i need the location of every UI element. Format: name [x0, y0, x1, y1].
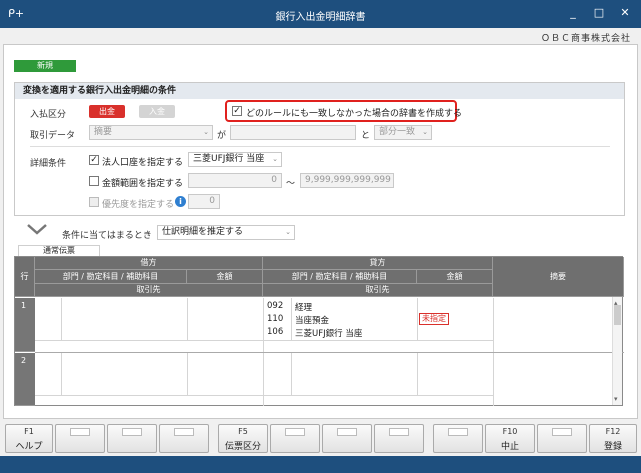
f8-button[interactable] — [374, 424, 424, 453]
withdrawal-toggle[interactable]: 出金 — [89, 105, 125, 118]
tilde: 〜 — [286, 179, 296, 189]
amount-to-input[interactable]: 9,999,999,999,999 — [300, 173, 394, 188]
data-text-input[interactable] — [230, 125, 356, 140]
credit-dept-code: 092 — [267, 301, 284, 311]
credit-sub-name: 三菱UFJ銀行 当座 — [295, 329, 363, 339]
f3-button[interactable] — [107, 424, 157, 453]
divider — [30, 146, 610, 147]
credit-partner-header: 取引先 — [263, 284, 493, 297]
debit-partner-header: 取引先 — [35, 284, 263, 297]
title-bar: ᑭ+ 銀行入出金明細辞書 _ □ ✕ — [0, 0, 641, 28]
match-select[interactable]: 部分一致 ⌄ — [374, 125, 432, 140]
when-match-label: 条件に当てはまるとき — [62, 231, 152, 241]
priority-checkbox[interactable] — [89, 197, 99, 207]
maximize-button[interactable]: □ — [592, 6, 606, 20]
when-match-select[interactable]: 仕訳明細を推定する ⌄ — [157, 225, 295, 240]
new-badge: 新規 — [14, 60, 76, 72]
debit-account-header: 部門 / 勘定科目 / 補助科目 — [35, 270, 187, 284]
row-number: 1 — [15, 298, 35, 352]
company-name: ＯＢＣ商事株式会社 — [540, 34, 631, 44]
row-header: 行 — [15, 257, 35, 297]
scroll-down-icon: ▾ — [614, 395, 618, 403]
f11-button[interactable] — [537, 424, 587, 453]
ga-label: が — [217, 131, 227, 141]
row-number: 2 — [15, 353, 35, 406]
account-select[interactable]: 三菱UFJ銀行 当座 ⌄ — [188, 152, 282, 167]
credit-account-name: 当座預金 — [295, 316, 330, 326]
priority-label: 優先度を指定する — [102, 200, 175, 210]
unspecified-badge: 未指定 — [419, 313, 449, 325]
chevron-down-icon: ⌄ — [285, 228, 291, 236]
conditions-title: 変換を適用する銀行入出金明細の条件 — [15, 83, 624, 99]
credit-dept-name: 経理 — [295, 303, 313, 313]
corp-account-label: 法人口座を指定する — [102, 158, 184, 168]
create-dict-label: どのルールにも一致しなかった場合の辞書を作成する — [246, 109, 463, 119]
amount-checkbox[interactable] — [89, 176, 99, 186]
create-dict-checkbox[interactable]: ✓ — [232, 106, 242, 116]
priority-input[interactable]: 0 — [188, 194, 220, 209]
f12-register-button[interactable]: F12 登録 — [589, 424, 637, 453]
credit-sub-code: 106 — [267, 327, 284, 337]
journal-grid: 行 借方 部門 / 勘定科目 / 補助科目 金額 取引先 貸方 部門 / 勘定科… — [14, 256, 624, 406]
credit-header: 貸方 — [263, 257, 493, 270]
f4-button[interactable] — [159, 424, 209, 453]
corp-account-checkbox[interactable]: ✓ — [89, 155, 99, 165]
memo-header: 摘要 — [493, 257, 624, 297]
to-label: と — [361, 131, 371, 141]
amount-from-input[interactable]: 0 — [188, 173, 282, 188]
f2-button[interactable] — [55, 424, 105, 453]
deposit-toggle[interactable]: 入金 — [139, 105, 175, 118]
close-button[interactable]: ✕ — [618, 6, 632, 20]
chevron-down-icon[interactable] — [26, 223, 48, 235]
credit-amount-header: 金額 — [417, 270, 493, 284]
vertical-scrollbar[interactable]: ▴ ▾ — [612, 297, 622, 405]
debit-header: 借方 — [35, 257, 263, 270]
data-select[interactable]: 摘要 ⌄ — [89, 125, 213, 140]
scroll-thumb[interactable] — [614, 305, 621, 325]
chevron-down-icon: ⌄ — [422, 128, 428, 136]
f6-button[interactable] — [270, 424, 320, 453]
info-icon[interactable]: i — [175, 196, 186, 207]
debit-amount-header: 金額 — [187, 270, 263, 284]
detail-label: 詳細条件 — [30, 159, 67, 169]
f9-button[interactable] — [433, 424, 483, 453]
f7-button[interactable] — [322, 424, 372, 453]
amount-label: 金額範囲を指定する — [102, 179, 184, 189]
tab-normal-slip[interactable]: 通常伝票 — [18, 245, 100, 256]
f10-cancel-button[interactable]: F10 中止 — [485, 424, 535, 453]
status-bar — [0, 456, 641, 473]
f1-help-button[interactable]: F1 ヘルプ — [5, 424, 53, 453]
data-label: 取引データ — [30, 131, 76, 141]
credit-account-header: 部門 / 勘定科目 / 補助科目 — [263, 270, 417, 284]
chevron-down-icon: ⌄ — [272, 155, 278, 163]
f5-slip-type-button[interactable]: F5 伝票区分 — [218, 424, 268, 453]
chevron-down-icon: ⌄ — [203, 128, 209, 136]
minimize-button[interactable]: _ — [566, 6, 580, 20]
function-key-bar: F1 ヘルプ F5 伝票区分 F10 中止 F12 登録 — [0, 424, 641, 454]
direction-label: 入払区分 — [30, 110, 67, 120]
credit-account-code: 110 — [267, 314, 284, 324]
window-title: 銀行入出金明細辞書 — [275, 12, 366, 23]
